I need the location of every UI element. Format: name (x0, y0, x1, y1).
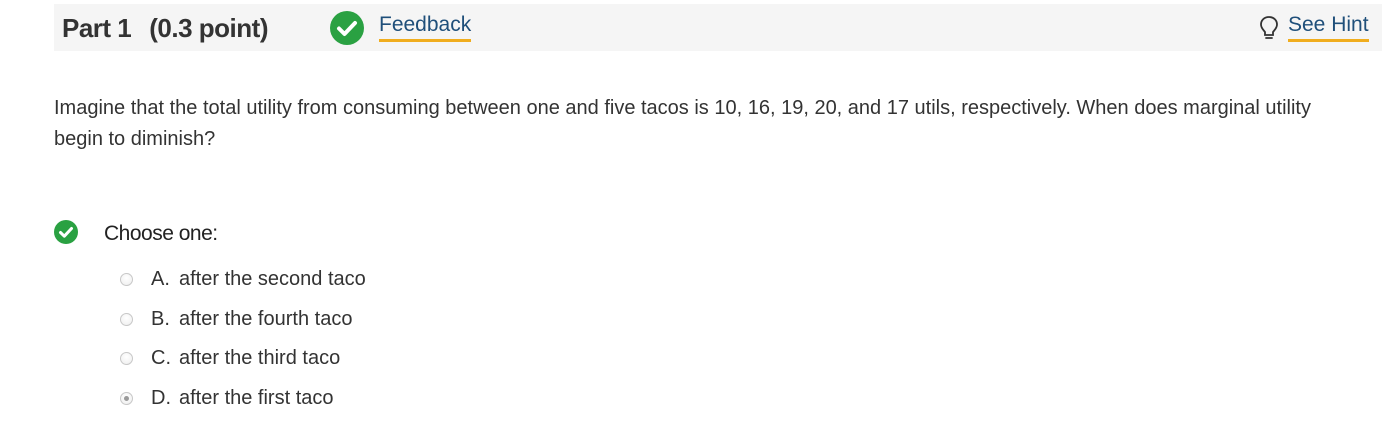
choice-b-radio[interactable] (120, 312, 133, 326)
choice-letter: B. (151, 307, 170, 330)
choice-text: after the third taco (179, 347, 341, 370)
choice-letter: D. (151, 386, 171, 409)
answer-choices: A. after the second taco B. after the fo… (120, 260, 366, 418)
choice-a-radio[interactable] (120, 273, 133, 287)
choice-text: after the first taco (179, 386, 334, 409)
choice-text: after the fourth taco (179, 307, 353, 330)
lightbulb-icon[interactable] (1259, 15, 1279, 41)
check-circle-icon (330, 11, 364, 45)
choice-letter: A. (151, 268, 170, 291)
choice-c[interactable]: C. after the third taco (120, 339, 366, 379)
see-hint-link[interactable]: See Hint (1288, 13, 1369, 42)
part-title: Part 1 (0.3 point) (62, 13, 268, 44)
choice-c-radio[interactable] (120, 352, 133, 366)
choice-d[interactable]: D. after the first taco (120, 379, 366, 419)
part-header: Part 1 (0.3 point) Feedback See Hint (54, 4, 1382, 51)
choice-a[interactable]: A. after the second taco (120, 260, 366, 300)
points-label: (0.3 point) (149, 13, 268, 43)
choice-d-radio[interactable] (120, 391, 133, 405)
choose-one-label: Choose one: (104, 222, 218, 245)
check-circle-icon (54, 220, 78, 244)
feedback-link[interactable]: Feedback (379, 13, 472, 42)
choice-text: after the second taco (179, 268, 366, 291)
part-label: Part 1 (62, 13, 132, 43)
choice-b[interactable]: B. after the fourth taco (120, 300, 366, 340)
question-text: Imagine that the total utility from cons… (54, 97, 1311, 150)
choice-letter: C. (151, 347, 171, 370)
